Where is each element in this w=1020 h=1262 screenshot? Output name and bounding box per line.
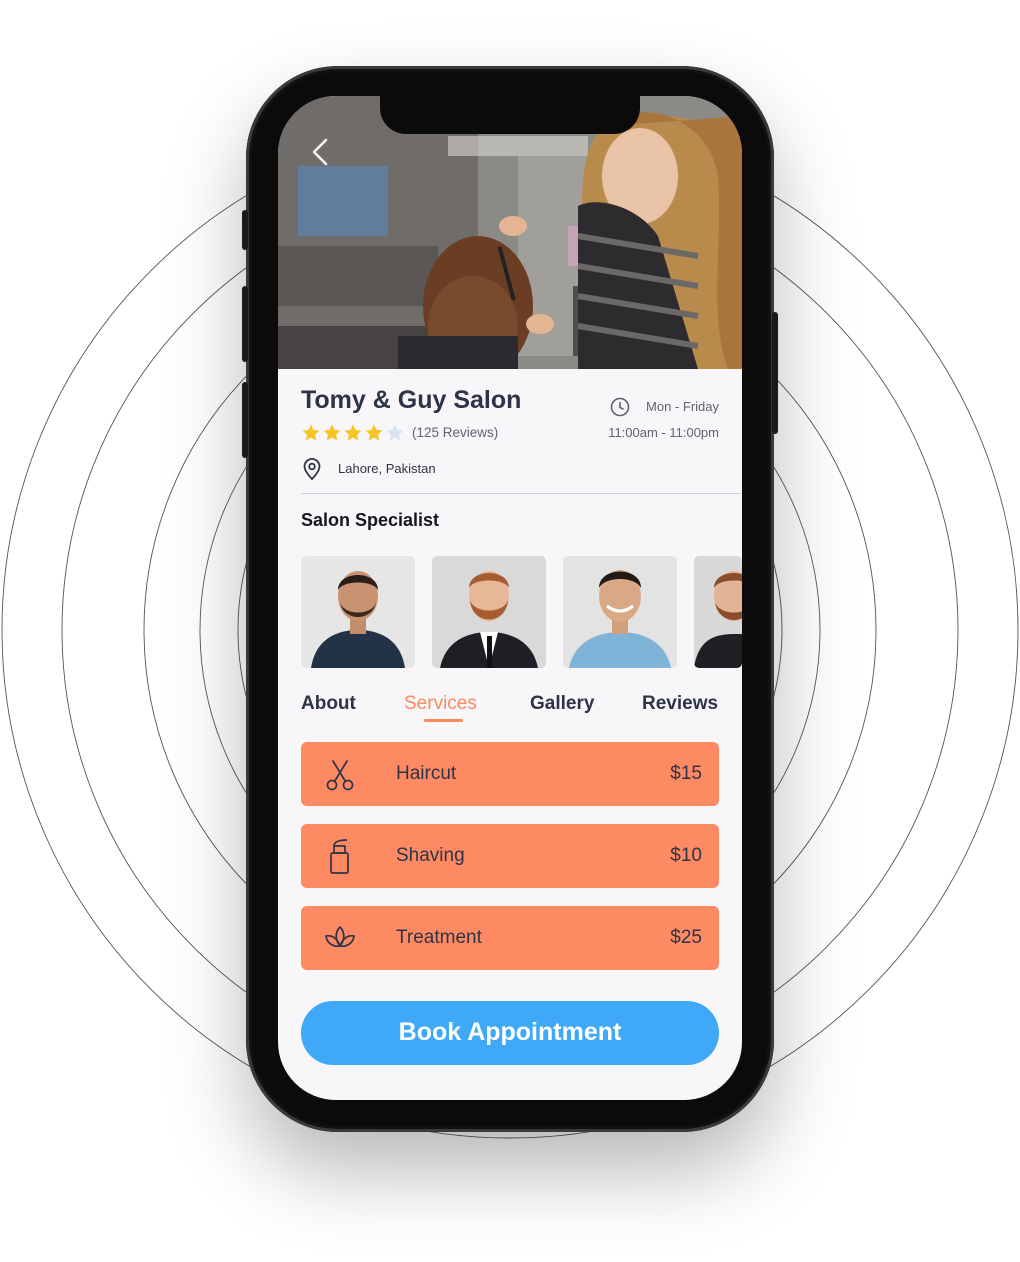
star-filled-icon (365, 424, 383, 441)
book-appointment-button[interactable]: Book Appointment (301, 1001, 719, 1065)
service-label: Shaving (396, 845, 465, 866)
star-filled-icon (323, 424, 341, 441)
clock-icon (610, 397, 630, 417)
service-price: $15 (670, 763, 702, 784)
star-empty-icon (386, 424, 404, 441)
tab-gallery[interactable]: Gallery (530, 693, 594, 715)
power-button (772, 312, 778, 434)
specialist-avatar[interactable] (432, 556, 546, 668)
divider (301, 493, 742, 494)
phone-notch (380, 92, 640, 134)
volume-down-button (242, 382, 248, 458)
book-appointment-label: Book Appointment (398, 1018, 622, 1046)
service-item-treatment[interactable]: Treatment $25 (301, 906, 719, 970)
service-label: Haircut (396, 763, 457, 784)
service-price: $25 (670, 927, 702, 948)
service-label: Treatment (396, 927, 482, 948)
open-days: Mon - Friday (646, 399, 719, 414)
specialist-avatar[interactable] (694, 556, 742, 668)
service-price: $10 (670, 845, 702, 866)
specialist-avatar[interactable] (301, 556, 415, 668)
tab-services[interactable]: Services (404, 693, 477, 715)
salon-hero-image (278, 96, 742, 369)
tab-about[interactable]: About (301, 693, 356, 715)
back-arrow-icon[interactable] (304, 136, 336, 168)
lotus-icon (325, 926, 355, 948)
specialist-avatar[interactable] (563, 556, 677, 668)
mute-switch (242, 210, 248, 250)
specialists-heading: Salon Specialist (301, 510, 440, 530)
open-hours: 11:00am - 11:00pm (608, 425, 719, 440)
app-screen: Tomy & Guy Salon (125 Reviews) Mon - Fri… (278, 96, 742, 1100)
reviews-count[interactable]: (125 Reviews) (412, 425, 498, 440)
service-item-shaving[interactable]: Shaving $10 (301, 824, 719, 888)
location-pin-icon (303, 458, 321, 480)
active-tab-indicator (424, 719, 463, 722)
spray-bottle-icon (330, 839, 349, 874)
rating-stars (301, 423, 405, 443)
service-item-haircut[interactable]: Haircut $15 (301, 742, 719, 806)
scissors-icon (326, 760, 354, 791)
star-filled-icon (344, 424, 362, 441)
salon-name: Tomy & Guy Salon (301, 386, 522, 414)
volume-up-button (242, 286, 248, 362)
star-filled-icon (302, 424, 320, 441)
tab-reviews[interactable]: Reviews (642, 693, 718, 715)
salon-location: Lahore, Pakistan (338, 461, 436, 476)
